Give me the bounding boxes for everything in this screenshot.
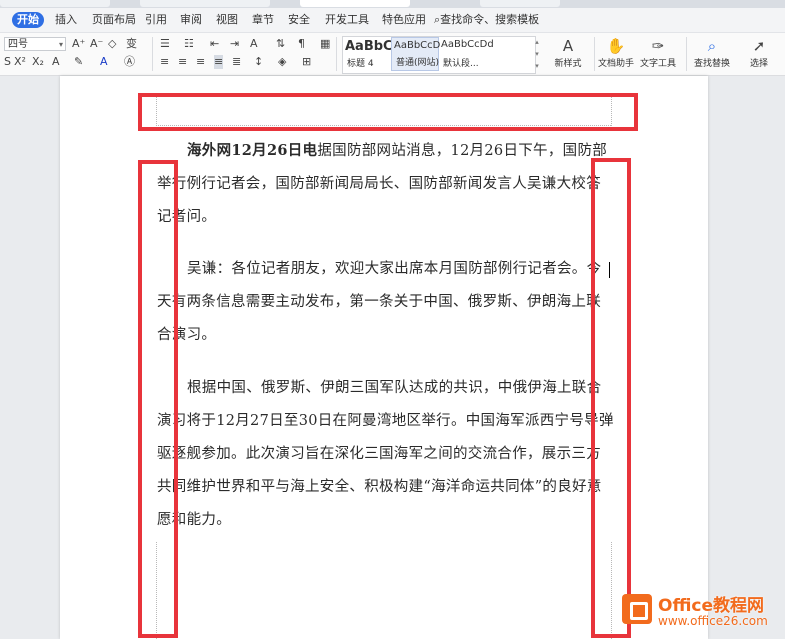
cursor-arrow-icon: ➚ xyxy=(752,37,766,55)
office-logo-icon xyxy=(622,594,652,624)
magnifier-icon: ⌕ xyxy=(707,37,717,55)
shrink-font-icon[interactable]: A⁻ xyxy=(90,37,103,51)
gallery-scroll[interactable]: ▴ ▾ ▾ xyxy=(533,36,541,72)
justify-icon[interactable]: ≡ xyxy=(214,55,224,69)
borders-icon[interactable]: ⊞ xyxy=(302,55,311,69)
align-left-icon[interactable]: ≡ xyxy=(160,55,169,69)
new-style-button[interactable]: A 新样式 xyxy=(542,36,594,72)
find-replace-label: 查找替换 xyxy=(693,59,730,69)
select-label: 选择 xyxy=(749,59,768,69)
decrease-indent-icon[interactable]: ⇤ xyxy=(210,37,219,51)
style-default-para[interactable]: AaBbCcDd 默认段... xyxy=(439,37,531,71)
doc-tab-active[interactable] xyxy=(300,0,410,7)
shading-icon[interactable]: ◈ xyxy=(278,55,286,69)
find-replace-button[interactable]: ⌕ 查找替换 xyxy=(686,36,738,72)
annotation-right-box xyxy=(591,158,631,638)
ribbon-separator xyxy=(336,37,337,71)
menu-developer[interactable]: 开发工具 xyxy=(325,12,369,28)
style-preview: AaBbC xyxy=(345,39,393,54)
new-style-icon: A xyxy=(562,37,574,55)
subscript-icon[interactable]: X₂ xyxy=(32,55,44,69)
style-name: 标题 4 xyxy=(347,59,374,69)
char-shading-icon[interactable]: Ⓐ xyxy=(124,55,135,69)
font-size-select[interactable]: 四号 ▾ xyxy=(4,37,66,51)
line-spacing-icon[interactable]: ↕ xyxy=(254,55,263,69)
phonetic-icon[interactable]: 变 xyxy=(126,37,137,51)
sort-icon[interactable]: ⇅ xyxy=(276,37,285,51)
font-color-icon[interactable]: A xyxy=(100,55,108,69)
chevron-down-icon: ▾ xyxy=(58,40,63,49)
style-heading4[interactable]: AaBbC 标题 4 xyxy=(343,37,393,71)
paragraph-1[interactable]: 海外网12月26日电据国防部网站消息，12月26日下午，国防部举行例行记者会，国… xyxy=(157,134,615,234)
menu-special[interactable]: 特色应用 xyxy=(382,12,426,28)
table-border-icon[interactable]: ▦ xyxy=(320,37,330,51)
menu-start-tab[interactable]: 开始 xyxy=(12,12,44,28)
paragraph-2-text: 吴谦：各位记者朋友，欢迎大家出席本月国防部例行记者会。今天有两条信息需要主动发布… xyxy=(157,261,602,343)
document-canvas: 海外网12月26日电据国防部网站消息，12月26日下午，国防部举行例行记者会，国… xyxy=(0,76,785,639)
command-search[interactable]: ⌕查找命令、搜索模板 xyxy=(434,12,539,28)
style-name: 默认段... xyxy=(443,59,479,69)
style-gallery: AaBbC 标题 4 AaBbCcD 普通(网站) AaBbCcDd 默认段..… xyxy=(342,36,536,74)
grow-font-icon[interactable]: A⁺ xyxy=(72,37,85,51)
align-center-icon[interactable]: ≡ xyxy=(178,55,187,69)
text-tools-label: 文字工具 xyxy=(639,59,676,69)
menu-references[interactable]: 引用 xyxy=(145,12,167,28)
new-tab[interactable] xyxy=(480,0,560,7)
text-effect-icon[interactable]: A xyxy=(52,55,60,69)
wrench-icon: ✑ xyxy=(651,37,665,55)
menu-chapter[interactable]: 章节 xyxy=(252,12,274,28)
paragraph-3[interactable]: 根据中国、俄罗斯、伊朗三国军队达成的共识，中俄伊海上联合演习将于12月27日至3… xyxy=(157,372,615,537)
paragraph-1-lead: 海外网12月26日电 xyxy=(187,142,318,159)
menu-review[interactable]: 审阅 xyxy=(180,12,202,28)
style-preview: AaBbCcDd xyxy=(441,39,494,50)
text-tools-button[interactable]: ✑ 文字工具 xyxy=(632,36,684,72)
menu-bar: 开始 插入 页面布局 引用 审阅 视图 章节 安全 开发工具 特色应用 ⌕查找命… xyxy=(0,8,785,33)
numbered-list-icon[interactable]: ☷ xyxy=(184,37,194,51)
style-name: 普通(网站) xyxy=(396,58,440,68)
chinese-layout-icon[interactable]: A xyxy=(250,37,258,51)
doc-tab[interactable] xyxy=(0,0,110,7)
paragraph-2[interactable]: 吴谦：各位记者朋友，欢迎大家出席本月国防部例行记者会。今天有两条信息需要主动发布… xyxy=(157,253,615,352)
bullet-list-icon[interactable]: ☰ xyxy=(160,37,170,51)
tab-strip xyxy=(0,0,785,8)
superscript-icon[interactable]: X² xyxy=(14,55,26,69)
menu-insert[interactable]: 插入 xyxy=(55,12,77,28)
new-style-label: 新样式 xyxy=(554,59,582,69)
select-button[interactable]: ➚ 选择 xyxy=(733,36,785,72)
style-normal-web[interactable]: AaBbCcD 普通(网站) xyxy=(391,37,441,71)
ribbon-toolbar: 四号 ▾ A⁺ A⁻ ◇ 变 S X² X₂ A ✎ A Ⓐ ☰ ☷ ⇤ ⇥ A… xyxy=(0,33,785,76)
annotation-left-box xyxy=(138,160,178,638)
align-right-icon[interactable]: ≡ xyxy=(196,55,205,69)
show-marks-icon[interactable]: ¶ xyxy=(298,37,305,51)
menu-page-layout[interactable]: 页面布局 xyxy=(92,12,136,28)
clear-format-icon[interactable]: ◇ xyxy=(108,37,116,51)
watermark: Office教程网 www.office26.com xyxy=(620,590,785,639)
paragraph-3-text: 根据中国、俄罗斯、伊朗三国军队达成的共识，中俄伊海上联合演习将于12月27日至3… xyxy=(157,380,614,528)
ribbon-separator xyxy=(152,37,153,71)
strikethrough-icon[interactable]: S xyxy=(4,55,11,69)
highlight-icon[interactable]: ✎ xyxy=(74,55,83,69)
command-search-label: 查找命令、搜索模板 xyxy=(440,13,540,26)
font-size-value: 四号 xyxy=(8,39,28,50)
menu-view[interactable]: 视图 xyxy=(216,12,238,28)
doc-tab[interactable] xyxy=(140,0,270,7)
distributed-icon[interactable]: ≣ xyxy=(232,55,241,69)
style-preview: AaBbCcD xyxy=(394,40,441,51)
increase-indent-icon[interactable]: ⇥ xyxy=(230,37,239,51)
menu-security[interactable]: 安全 xyxy=(288,12,310,28)
watermark-title: Office教程网 xyxy=(658,596,765,616)
annotation-header-box xyxy=(138,93,638,131)
watermark-url: www.office26.com xyxy=(658,614,768,628)
